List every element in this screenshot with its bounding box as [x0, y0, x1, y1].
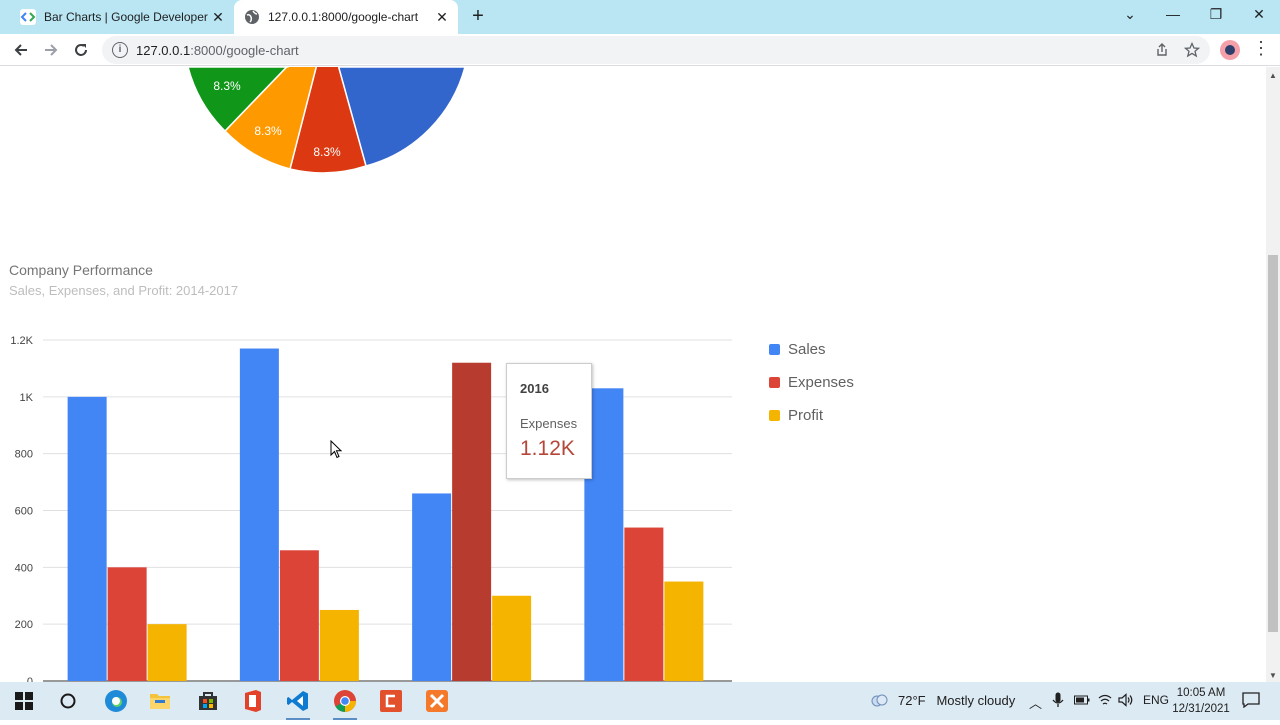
scroll-down-icon[interactable]: ▼: [1269, 671, 1277, 680]
weather-widget[interactable]: 72°F Mostly cloudy: [870, 693, 1015, 708]
tooltip-category: 2016: [520, 381, 549, 396]
language-indicator[interactable]: ENG: [1143, 693, 1169, 707]
legend-swatch: [769, 410, 780, 421]
taskbar-store[interactable]: [186, 682, 230, 720]
taskbar-chrome[interactable]: [323, 682, 367, 720]
bar-profit-2016[interactable]: [492, 595, 532, 681]
minimize-button[interactable]: —: [1163, 6, 1183, 22]
start-button[interactable]: [2, 682, 46, 720]
tooltip-series: Expenses: [520, 416, 578, 431]
windows-logo-icon: [15, 692, 33, 710]
bar-sales-2015[interactable]: [239, 348, 279, 681]
tooltip-value: 1.12K: [520, 437, 575, 460]
window-close-button[interactable]: ✕: [1249, 6, 1269, 23]
tab-title: Bar Charts | Google Developers: [44, 10, 208, 24]
microphone-icon[interactable]: [1052, 692, 1064, 708]
y-tick-label: 1.2K: [10, 335, 33, 347]
legend-label: Expenses: [788, 374, 854, 391]
back-button[interactable]: [9, 38, 33, 62]
close-icon[interactable]: ✕: [432, 9, 452, 26]
bookmark-star-icon[interactable]: [1183, 41, 1201, 59]
folder-icon: [150, 694, 170, 709]
share-icon[interactable]: [1153, 41, 1171, 59]
kebab-menu-icon[interactable]: ⋮: [1252, 38, 1270, 59]
search-button[interactable]: [46, 682, 90, 720]
y-tick-label: 1K: [20, 392, 34, 404]
chrome-icon: [334, 690, 356, 712]
legend-label: Profit: [788, 407, 824, 424]
bar-profit-2017[interactable]: [664, 581, 704, 681]
site-info-icon[interactable]: i: [112, 42, 128, 58]
globe-icon: [245, 10, 259, 24]
legend-swatch: [769, 377, 780, 388]
bar-profit-2014[interactable]: [147, 624, 187, 681]
bar-sales-2014[interactable]: [67, 396, 107, 681]
app-tile-icon: [380, 690, 402, 712]
arrow-right-icon: [45, 44, 58, 56]
office-icon: [245, 690, 261, 712]
y-tick-label: 800: [15, 449, 33, 461]
scrollbar-thumb[interactable]: [1268, 255, 1278, 632]
url-path: :8000/google-chart: [190, 43, 299, 58]
y-tick-label: 200: [15, 619, 33, 631]
battery-icon[interactable]: [1074, 694, 1090, 706]
system-clock[interactable]: 10:05 AM 12/31/2021: [1168, 685, 1234, 717]
tab-bar-charts[interactable]: Bar Charts | Google Developers ✕: [8, 0, 234, 34]
page-content: 8.3% 8.3% 8.3% Company Performance Sales…: [0, 67, 1266, 682]
url-host: 127.0.0.1: [136, 43, 191, 58]
xampp-icon: [426, 690, 448, 712]
cortana-circle-icon: [60, 693, 76, 709]
google-developers-icon: [20, 9, 36, 25]
browser-toolbar: i 127.0.0.1:8000/google-chart ⋮: [0, 34, 1280, 66]
forward-button[interactable]: [39, 38, 63, 62]
notifications-icon[interactable]: [1242, 692, 1260, 708]
taskbar-edge[interactable]: [94, 682, 138, 720]
bar-profit-2015[interactable]: [319, 609, 359, 681]
bar-sales-2016[interactable]: [412, 493, 452, 681]
legend-label: Sales: [788, 341, 826, 358]
edge-icon: [105, 690, 127, 712]
profile-avatar[interactable]: [1220, 40, 1240, 60]
volume-icon[interactable]: [1118, 693, 1134, 707]
scroll-up-icon[interactable]: ▲: [1269, 71, 1277, 80]
wifi-icon[interactable]: [1098, 693, 1112, 707]
bar-expenses-2017[interactable]: [624, 527, 664, 681]
reload-icon: [75, 44, 87, 56]
bar-expenses-2014[interactable]: [107, 567, 147, 681]
bar-chart: 02004006008001K1.2K: [10, 335, 732, 682]
taskbar-vscode[interactable]: [276, 682, 320, 720]
weather-temp: 72°F: [898, 693, 926, 708]
new-tab-button[interactable]: +: [468, 5, 488, 28]
taskbar-office[interactable]: [231, 682, 275, 720]
bar-expenses-2015[interactable]: [279, 550, 319, 681]
clock-time: 10:05 AM: [1176, 687, 1226, 699]
vscode-icon: [287, 691, 308, 711]
close-icon[interactable]: ✕: [208, 9, 228, 26]
legend-swatch: [769, 344, 780, 355]
url-text: 127.0.0.1:8000/google-chart: [136, 43, 299, 58]
taskbar-file-explorer[interactable]: [138, 682, 182, 720]
tab-search-chevron-icon[interactable]: ⌄: [1120, 6, 1140, 23]
y-tick-label: 600: [15, 506, 33, 518]
bar-expenses-2016[interactable]: [452, 362, 492, 681]
taskbar-xampp[interactable]: [415, 682, 459, 720]
taskbar: 72°F Mostly cloudy ︿ ENG 10:05 AM 12/31/…: [0, 682, 1280, 720]
reload-button[interactable]: [69, 38, 93, 62]
cloud-icon: [871, 694, 888, 707]
mouse-pointer-icon: [330, 440, 343, 459]
tray-overflow-chevron-icon[interactable]: ︿: [1029, 693, 1042, 712]
taskbar-app-orange[interactable]: [369, 682, 413, 720]
browser-tab-strip: Bar Charts | Google Developers ✕ 127.0.0…: [0, 0, 1280, 34]
tab-google-chart[interactable]: 127.0.0.1:8000/google-chart ✕: [234, 0, 458, 34]
address-bar[interactable]: i 127.0.0.1:8000/google-chart: [102, 36, 1210, 64]
arrow-left-icon: [14, 44, 27, 56]
store-bag-icon: [199, 692, 217, 710]
y-tick-label: 400: [15, 562, 33, 574]
restore-button[interactable]: ❐: [1206, 6, 1226, 23]
page-scrollbar[interactable]: ▲ ▼: [1266, 67, 1280, 682]
weather-condition: Mostly cloudy: [936, 693, 1016, 708]
tab-title: 127.0.0.1:8000/google-chart: [268, 10, 419, 24]
chart-tooltip: 2016 Expenses 1.12K: [506, 363, 592, 479]
clock-date: 12/31/2021: [1172, 703, 1230, 715]
